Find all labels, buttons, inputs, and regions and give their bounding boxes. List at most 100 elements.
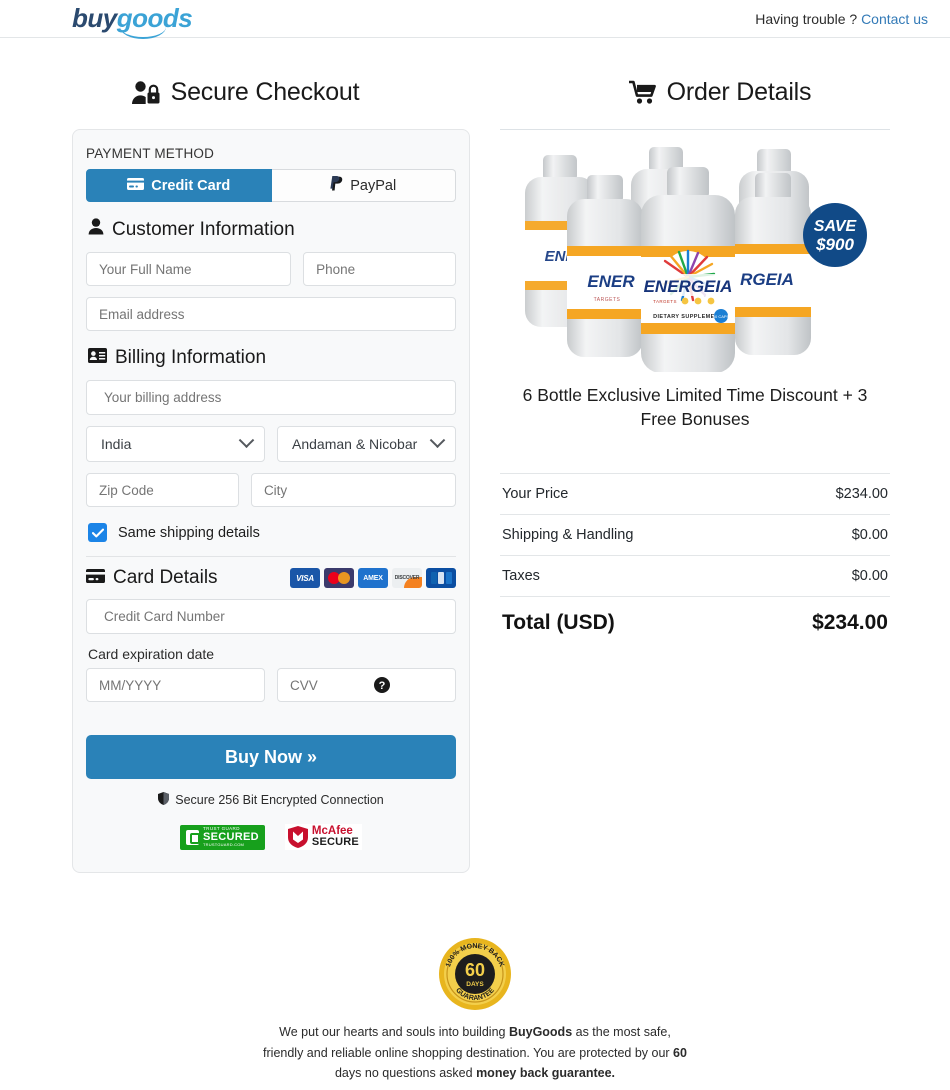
jcb-icon	[426, 568, 456, 588]
order-line-value: $0.00	[851, 527, 888, 544]
guarantee-seal-icon: 60 DAYS 100% MONEY BACK GUARANTEE	[439, 938, 511, 1011]
order-details-column: Order Details ENE ENER TARGETS RGEIA ENE…	[490, 38, 950, 873]
country-select-value: India	[101, 436, 132, 452]
secure-checkout-title: Secure Checkout	[170, 78, 360, 106]
product-image: ENE EIA	[500, 134, 890, 374]
buy-now-button[interactable]: Buy Now »	[86, 735, 456, 779]
footer-text-3: days no questions asked	[334, 1066, 477, 1081]
product-name: 6 Bottle Exclusive Limited Time Discount…	[522, 385, 868, 429]
energeia-bottles-illustration: ENE EIA	[525, 146, 867, 372]
svg-text:TARGETS: TARGETS	[594, 297, 621, 303]
svg-text:TARGETS: TARGETS	[653, 299, 677, 304]
trust-guard-bottom: TRUSTGUARD.COM	[203, 841, 245, 847]
id-card-icon	[88, 347, 107, 369]
zip-code-input[interactable]	[86, 473, 239, 507]
amex-icon: AMEX	[358, 568, 388, 588]
cvv-help-icon[interactable]: ?	[374, 677, 390, 698]
email-row	[86, 297, 456, 331]
same-shipping-checkbox[interactable]	[88, 523, 107, 542]
discover-icon: DISCOVER	[392, 568, 422, 588]
card-details-header: Card Details VISA AMEX DISCOVER	[86, 567, 456, 589]
order-line-value: $234.00	[835, 486, 888, 503]
order-total-row: Total (USD) $234.00	[500, 597, 890, 635]
full-name-input[interactable]	[86, 252, 292, 286]
customer-information-title: Customer Information	[112, 218, 295, 240]
order-total-value: $234.00	[812, 611, 888, 635]
visa-icon: VISA	[290, 568, 320, 588]
section-divider	[86, 556, 456, 557]
chevron-down-icon	[238, 431, 255, 448]
paypal-icon	[330, 176, 343, 195]
card-number-row	[86, 599, 456, 634]
order-total-label: Total (USD)	[502, 611, 615, 635]
product-brand-text: ENERGEIA	[644, 277, 733, 296]
footer-text-1: We put our hearts and souls into buildin…	[279, 1025, 509, 1040]
tab-credit-card-label: Credit Card	[151, 177, 231, 194]
footer-days: 60	[673, 1045, 687, 1060]
mcafee-sub: SECURE	[311, 836, 359, 849]
card-details-title: Card Details	[113, 567, 218, 588]
zip-city-row	[86, 473, 456, 507]
tab-paypal[interactable]: PayPal	[271, 169, 456, 202]
svg-text:ENER: ENER	[587, 272, 635, 291]
order-line-your-price: Your Price $234.00	[500, 473, 890, 516]
billing-information-heading: Billing Information	[88, 347, 456, 369]
order-line-value: $0.00	[851, 568, 888, 585]
secure-checkout-heading: Secure Checkout	[0, 78, 490, 107]
billing-information-title: Billing Information	[115, 347, 267, 368]
order-line-label: Shipping & Handling	[502, 527, 634, 544]
amex-label: AMEX	[363, 574, 383, 582]
shopping-cart-icon	[628, 80, 657, 105]
billing-address-row	[86, 380, 456, 415]
payment-method-tabs: Credit Card PayPal	[86, 169, 456, 202]
trust-guard-badge: TRUST GUARD SECURED TRUSTGUARD.COM	[180, 824, 265, 850]
site-header: buy goods Having trouble ? Contact us	[0, 0, 950, 39]
mcafee-secure-badge: McAfee SECURE	[284, 824, 362, 850]
same-shipping-label: Same shipping details	[118, 524, 260, 541]
same-shipping-row[interactable]: Same shipping details	[88, 523, 456, 542]
tab-credit-card[interactable]: Credit Card	[86, 169, 272, 202]
state-select[interactable]: Andaman & Nicobar	[277, 426, 456, 462]
discover-label: DISCOVER	[394, 575, 420, 581]
accepted-cards: VISA AMEX DISCOVER	[290, 568, 456, 588]
svg-text:$900: $900	[815, 235, 854, 254]
email-input[interactable]	[86, 297, 456, 331]
checkout-column: Secure Checkout PAYMENT METHOD Credit Ca…	[0, 38, 490, 873]
card-expiry-input[interactable]	[86, 668, 265, 702]
expiry-cvv-row: ?	[86, 668, 456, 702]
guarantee-days: 60	[465, 960, 485, 980]
cvv-input[interactable]	[277, 668, 456, 702]
svg-text:RGEIA: RGEIA	[740, 270, 794, 289]
order-line-label: Your Price	[502, 486, 569, 503]
card-number-input[interactable]	[86, 599, 456, 634]
svg-text:?: ?	[379, 680, 386, 692]
person-icon	[88, 218, 104, 241]
order-line-label: Taxes	[502, 568, 540, 585]
city-input[interactable]	[250, 473, 456, 507]
footer-brand: BuyGoods	[508, 1025, 573, 1040]
secure-connection-text: Secure 256 Bit Encrypted Connection	[175, 793, 384, 807]
order-details-heading: Order Details	[490, 78, 950, 107]
padlock-icon	[186, 829, 200, 845]
footer-text: We put our hearts and souls into buildin…	[260, 1022, 690, 1084]
contact-us-link[interactable]: Contact us	[861, 11, 928, 27]
page-body: Secure Checkout PAYMENT METHOD Credit Ca…	[0, 38, 950, 873]
order-line-shipping: Shipping & Handling $0.00	[500, 515, 890, 557]
mcafee-shield-icon	[287, 826, 308, 848]
user-lock-icon	[131, 80, 161, 106]
footer-guarantee: money back guarantee.	[476, 1066, 616, 1081]
buygoods-logo[interactable]: buy goods	[72, 3, 193, 39]
save-badge: SAVE $900	[803, 202, 867, 267]
phone-input[interactable]	[303, 252, 456, 286]
order-details-title: Order Details	[666, 78, 812, 106]
trust-badges: TRUST GUARD SECURED TRUSTGUARD.COM McAfe…	[86, 824, 456, 850]
country-state-row: India Andaman & Nicobar	[86, 426, 456, 462]
name-phone-row	[86, 252, 456, 286]
order-line-taxes: Taxes $0.00	[500, 556, 890, 598]
order-details-body: ENE EIA	[490, 129, 950, 635]
card-expiration-label: Card expiration date	[88, 646, 215, 662]
country-select[interactable]: India	[86, 426, 265, 462]
billing-address-input[interactable]	[86, 380, 456, 415]
order-lines: Your Price $234.00 Shipping & Handling $…	[500, 473, 890, 635]
order-details-rule	[500, 129, 890, 130]
